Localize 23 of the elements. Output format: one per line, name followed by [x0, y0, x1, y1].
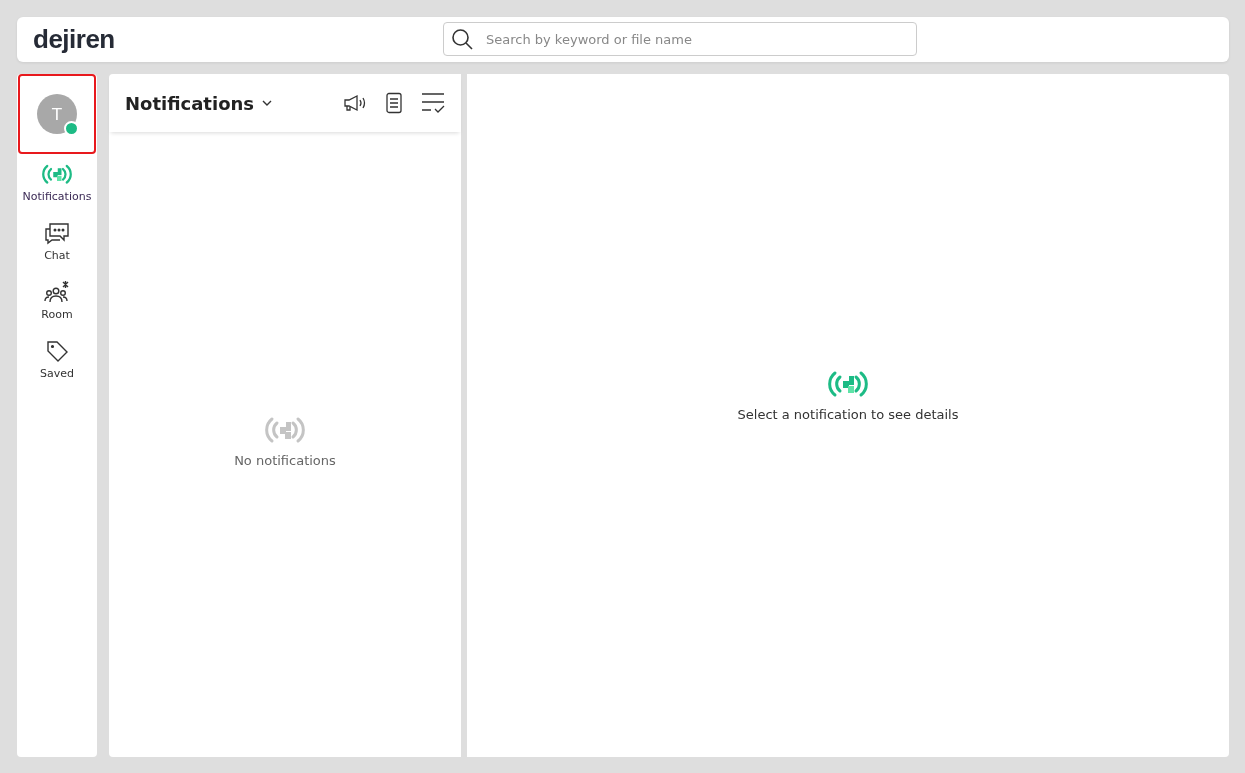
list-check-icon	[421, 92, 445, 114]
broadcast-icon	[42, 163, 72, 186]
document-icon	[385, 92, 403, 114]
nav-item[interactable]: Notifications	[17, 154, 97, 212]
broadcast-icon	[828, 369, 868, 399]
megaphone-button[interactable]	[343, 93, 367, 113]
chevron-down-icon	[262, 100, 273, 106]
nav-item[interactable]: Saved	[17, 329, 97, 389]
people-group-icon	[44, 279, 70, 304]
panel-title-dropdown[interactable]: Notifications	[125, 92, 273, 114]
empty-message: No notifications	[234, 453, 336, 468]
broadcast-icon	[265, 415, 305, 445]
nav-item[interactable]: Chat	[17, 211, 97, 271]
logo: dejiren	[33, 24, 115, 55]
nav-item[interactable]: Room	[17, 270, 97, 330]
document-button[interactable]	[385, 92, 403, 114]
search-field[interactable]: Search by keyword or file name	[443, 22, 917, 56]
avatar-initial: T	[52, 104, 62, 124]
megaphone-icon	[343, 93, 367, 113]
chat-icon	[44, 220, 70, 245]
tag-icon	[45, 338, 69, 363]
empty-message: Select a notification to see details	[737, 407, 959, 422]
mark-all-read-button[interactable]	[421, 92, 445, 114]
